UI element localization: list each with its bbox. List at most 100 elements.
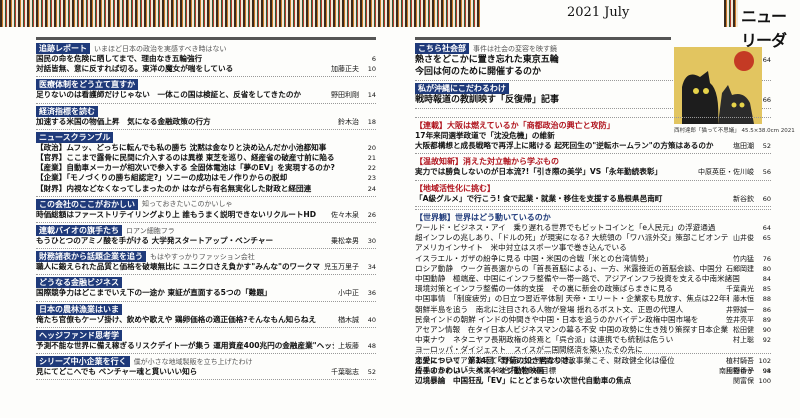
decorative-stripe-right bbox=[724, 0, 738, 27]
toc-section: 【温故知新】消えた対立軸から学ぶもの 実力では勝負しないのが日本流?!「引き際の美… bbox=[415, 156, 771, 177]
entry-page: 6 bbox=[371, 55, 376, 63]
toc-entry: 国際競争力はどこまでいえ下の一途か 東証が直面する5つの「難題」 小中正 36 bbox=[36, 288, 376, 298]
toc-section: 連載バイオの旗手たち ロアン細胞フラ もうひとつのアミノ酸を手がける 大学発スタート… bbox=[36, 225, 376, 246]
section-header: 財務諸表から話題企業を追う もはやすっかりファッション会社 bbox=[36, 251, 376, 263]
entry-author: 山井俊 bbox=[733, 234, 754, 243]
cover-artwork bbox=[674, 47, 762, 124]
toc-entry: 【財界】内視などなくなってしまったのか はながら有名無実化した財政と経団連 24 bbox=[36, 184, 376, 194]
section-subtitle: もはやすっかりファッション会社 bbox=[150, 252, 255, 261]
section-header: 日本の農林漁業はいま bbox=[36, 303, 376, 315]
entry-title: 国民の命を危険に晒してまで、理由なき五輪強行 bbox=[36, 54, 203, 63]
section-header: 連載バイオの旗手たち ロアン細胞フラ bbox=[36, 225, 376, 237]
toc-entry: ロシア動静 ウーク首長選からの「首長首脳による」、一方、米露接近の首脳会談、中国… bbox=[415, 264, 771, 274]
entry-title: ワールド・ビジネス・アイ 乗り遅れる世界でもビットコインと「e人民元」の浮遊通過 bbox=[415, 223, 716, 232]
toc-entry: 時価総額はファーストリテイリングより上 誰もうまく説明できないリクルートHD 佐々… bbox=[36, 210, 376, 220]
entry-page: 30 bbox=[367, 237, 376, 246]
entry-page: 100 bbox=[758, 377, 771, 386]
entry-page: 60 bbox=[762, 194, 771, 203]
entry-title: 民衆インドの朝鮮 インドの仲間きや中国・日本を追うのかバイデン政権中国市場を bbox=[415, 314, 699, 324]
section-subtitle: 知っておきたいこのかいしゃ bbox=[142, 200, 233, 209]
entry-author: 千葉貴光 bbox=[726, 285, 754, 294]
toc-section: シリーズ中小企業を行く 僕が小さな地域製販を立ち上げたわけ 見にてどこへでも ベンチ… bbox=[36, 356, 376, 377]
entry-title: 恋愛について 第14回「野菊の如き君なりき」 bbox=[415, 356, 578, 365]
section-tag: どうなる金融ビジネス bbox=[36, 277, 122, 289]
entry-author: 楢木誠 bbox=[338, 315, 359, 324]
toc-entry: 中東ナウ ネタニヤフ長期政権の終焉と「呉合派」は連携でも統制は危うい 村上聡 92 bbox=[415, 335, 771, 345]
toc-entry: 【産業】自動車メーカーが相次いで参入する 全固体電池は「夢のEV」を実現するのか… bbox=[36, 163, 376, 173]
entry-title: 朝鮮半島を追う 南北に注目される人物が登場 揺れるボスト文、正恩の代理人 bbox=[415, 304, 684, 314]
divider bbox=[36, 222, 376, 224]
toc-section: 財務諸表から話題企業を追う もはやすっかりファッション会社 職人に鍛えられた品質と価… bbox=[36, 251, 376, 272]
entry-title: 【政治】ムフッ、どっちに転んでも私の勝ち 沈黙は金なりと決め込んだか小池都知事 bbox=[36, 142, 327, 152]
toc-entry: 加速する米国の物価上昇 気になる金融政策の行方 鈴木治 18 bbox=[36, 117, 376, 127]
toc-section: 【連載】大阪は燃えているか「商都政治の興亡と攻防」 17年来同選挙政道で「沈没危機… bbox=[415, 120, 771, 151]
divider bbox=[36, 76, 376, 78]
section-tag: ヘッジファンド思考学 bbox=[36, 329, 122, 341]
entry-author: 鈴木治 bbox=[338, 117, 359, 126]
toc-entry: 大阪都構想と成長戦略で再浮上に賭ける 起死回生の"逆転ホームラン"の方策はあるの… bbox=[415, 141, 771, 151]
divider bbox=[36, 379, 376, 381]
entry-author: 松田健 bbox=[733, 326, 754, 335]
entry-author: 加藤正夫 bbox=[331, 65, 359, 74]
entry-title: 辺境暴論 中国狂乱「EV」にとどまらない次世代自動車の焦点 bbox=[415, 376, 632, 386]
toc-entry: 職人に鍛えられた品質と価格を破壊無比に ユニクロさえ負かす"みんな"のワークマン… bbox=[36, 262, 376, 272]
divider bbox=[415, 153, 771, 155]
entry-title: 予測不能な世界に備え稼ぎるリスクデイト一が集う 運用資産400兆円の金融産業"ヘ… bbox=[36, 340, 334, 350]
section-tag: 【温故知新】消えた対立軸から学ぶもの bbox=[415, 157, 559, 167]
toc-entry: 【官界】ここまで露骨に民間に介入するのは異様 東芝を巡り、経産省の破産寸前に陥る… bbox=[36, 153, 376, 163]
section-tag: 財務諸表から話題企業を追う bbox=[36, 251, 146, 263]
toc-entry: 片手のかわいい ベストオブ動物映画 片野ゆか 98 bbox=[415, 366, 771, 376]
entry-page: 22 bbox=[367, 164, 376, 173]
entry-title: 対話皆無、意に反すれば切る。東洋の魔女が喘をしている bbox=[36, 64, 234, 74]
entry-title: アセアン情報 在タイ日本人ビジネスマンの幕る不安 中国の攻勢に生き残り策探す日本… bbox=[415, 325, 729, 335]
entry-author: 新谷欽 bbox=[733, 194, 754, 203]
entry-title: 中国動静 極端産、中国にインフラ整備や一帯一路で、アジアインフラ投資を支える中南… bbox=[415, 274, 740, 284]
entry-title: 時価総額はファーストリテイリングより上 誰もうまく説明できないリクルートHD bbox=[36, 209, 317, 219]
section-tag: 【連載】大阪は燃えているか「商都政治の興亡と攻防」 bbox=[415, 121, 615, 130]
toc-section: 追跡レポート いまほど日本の政治を実感すべき時はない 国民の命を危険に晒してまで、理… bbox=[36, 43, 376, 74]
toc-entry: 【政治】ムフッ、どっちに転んでも私の勝ち 沈黙は金なりと決め込んだか小池都知事 2… bbox=[36, 143, 376, 153]
section-tag: この会社のここがおかしい bbox=[36, 198, 138, 210]
entry-page: 48 bbox=[367, 341, 376, 350]
toc-entry: アメリカインサイト 米中対立はスポーツ事で巻き込んでいる bbox=[415, 243, 771, 253]
header-bar: 2021 July ニューリーダー bbox=[0, 0, 800, 74]
entry-title: 実力では勝負しないのが日本流?!「引き際の美学」VS「永年勤続表彰」 bbox=[415, 167, 663, 177]
toc-entry: 国民の命を危険に晒してまで、理由なき五輪強行 6 bbox=[36, 54, 376, 64]
entry-title: ロシア動静 ウーク首長選からの「首長首脳による」、一方、米露接近の首脳会談、中国… bbox=[415, 263, 722, 273]
entry-title: 片手のかわいい ベストオブ動物映画 bbox=[415, 366, 545, 376]
section-tag: 連載バイオの旗手たち bbox=[36, 225, 122, 237]
entry-author: 関富保 bbox=[733, 377, 754, 386]
entry-page: 102 bbox=[758, 357, 771, 365]
entry-page: 34 bbox=[367, 263, 376, 272]
toc-entry: 俺たち官僚もケーゾ掛け、飲めや歌えや 鶏卵価格の適正価格?そんなもん知らねえ 楢木… bbox=[36, 315, 376, 325]
entry-page: 14 bbox=[367, 91, 376, 100]
cat-painting-icon bbox=[674, 47, 762, 124]
entry-page: 89 bbox=[762, 315, 771, 324]
section-header: シリーズ中小企業を行く 僕が小さな地域製販を立ち上げたわけ bbox=[36, 356, 376, 368]
section-tag: 医療体制をどう立て直すか bbox=[36, 79, 138, 91]
toc-entry: 朝鮮半島を追う 南北に注目される人物が登場 揺れるボスト文、正恩の代理人 井野誠一… bbox=[415, 305, 771, 315]
toc-right-features: 【連載】大阪は燃えているか「商都政治の興亡と攻防」 17年来同選挙政道で「沈没危機… bbox=[415, 116, 771, 209]
entry-title: 俺たち官僚もケーゾ掛け、飲めや歌えや 鶏卵価格の適正価格?そんなもん知らねえ bbox=[36, 314, 317, 324]
divider bbox=[36, 128, 376, 130]
toc-right-world: 【世界観】世界はどう動いているのか ワールド・ビジネス・アイ 乗り遅れる世界でもビ… bbox=[415, 208, 771, 376]
decorative-stripe-left bbox=[0, 0, 480, 27]
toc-section: 【地域活性化に挑む】 「A級グルメ」で行こう! 食で起業・就業・移住を支援する島根… bbox=[415, 183, 771, 204]
entry-page: 23 bbox=[367, 174, 376, 183]
section-header: どうなる金融ビジネス bbox=[36, 277, 376, 289]
entry-title: イスラエル・ガザの紛争に見る 中国・米国の合戦「米との台湾情勢」 bbox=[415, 253, 653, 263]
section-header: ヘッジファンド思考学 bbox=[36, 329, 376, 341]
entry-author: 千葉聡志 bbox=[331, 368, 359, 377]
toc-entry: 恋愛について 第14回「野菊の如き君なりき」 植村騎吾 102 bbox=[415, 356, 771, 366]
toc-entry: ワールド・ビジネス・アイ 乗り遅れる世界でもビットコインと「e人民元」の浮遊通過… bbox=[415, 223, 771, 233]
entry-title: 【財界】内視などなくなってしまったのか はながら有名無実化した財政と経団連 bbox=[36, 183, 312, 193]
entry-title: 17年来同選挙政道で「沈没危機」の維新 bbox=[415, 131, 555, 140]
entry-page: 84 bbox=[762, 275, 771, 284]
entry-author: 上坂藤 bbox=[338, 341, 359, 350]
entry-page: 24 bbox=[367, 184, 376, 193]
section-header: 【世界観】世界はどう動いているのか bbox=[415, 212, 771, 223]
entry-title: 国際競争力はどこまでいえ下の一途か 東証が直面する5つの「難題」 bbox=[36, 288, 272, 298]
toc-entry: もうひとつのアミノ酸を手がける 大学発スタートアップ・ベンチャー 乗松幸男 30 bbox=[36, 236, 376, 246]
toc-left-column: 追跡レポート いまほど日本の政治を実感すべき時はない 国民の命を危険に晒してまで、理… bbox=[36, 37, 376, 382]
toc-section: ニュースクランブル 【政治】ムフッ、どっちに転んでも私の勝ち 沈黙は金なりと決め込… bbox=[36, 131, 376, 194]
